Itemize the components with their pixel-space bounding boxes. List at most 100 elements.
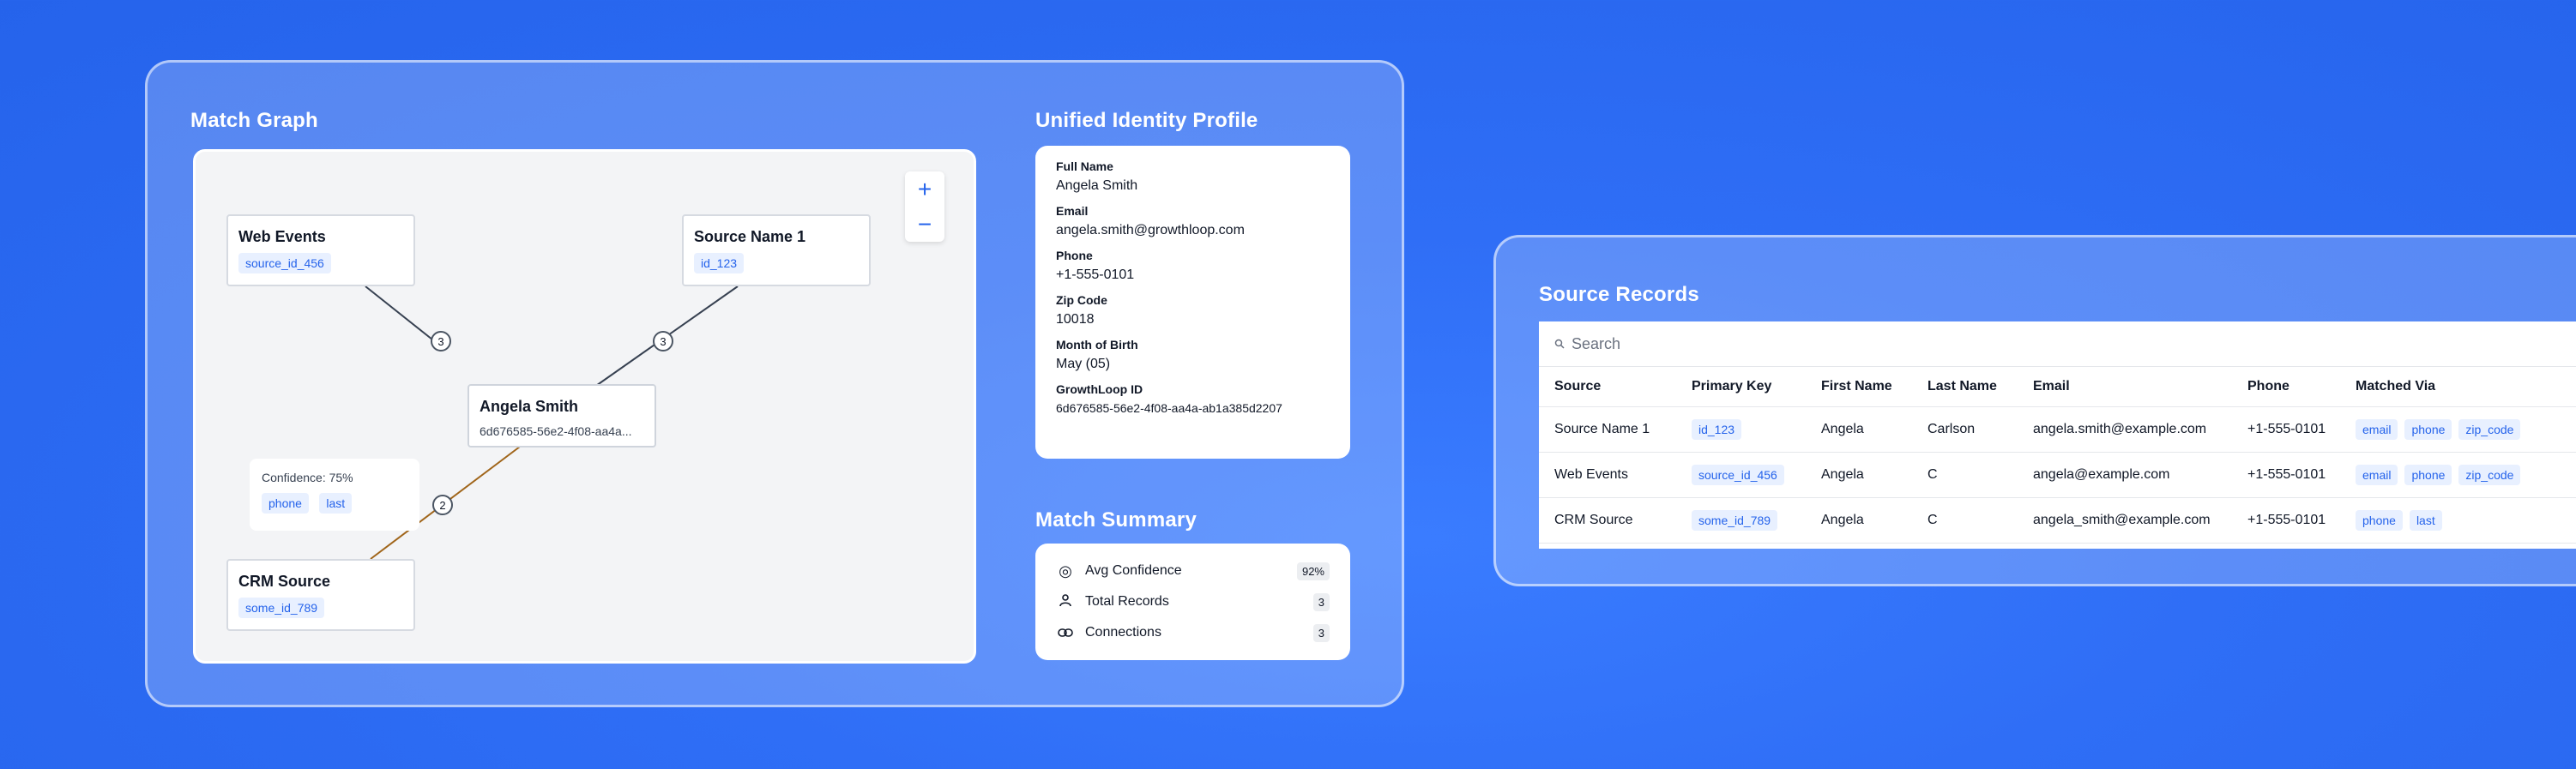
field-value: Angela Smith <box>1056 178 1138 193</box>
graph-node-web-events[interactable]: Web Events source_id_456 <box>226 214 415 286</box>
identity-panel: Match Graph Web Events source_id_456 Sou… <box>145 60 1404 707</box>
cell-source: Source Name 1 <box>1539 406 1676 453</box>
node-title: Web Events <box>238 228 326 245</box>
cell-phone: +1-555-0101 <box>2232 452 2340 498</box>
match-graph-title: Match Graph <box>190 109 318 132</box>
records-table-card: Search Source Primary Key First Name Las… <box>1539 321 2576 549</box>
cell-source: CRM Source <box>1539 497 1676 544</box>
field-label: Zip Code <box>1056 293 1107 307</box>
summary-label: Avg Confidence <box>1085 563 1182 578</box>
field-value: angela.smith@growthloop.com <box>1056 223 1245 237</box>
summary-row: ◎ Avg Confidence 92% <box>1056 556 1330 586</box>
field-label: Month of Birth <box>1056 338 1138 351</box>
source-records-panel: Source Records Search Source Primary Key… <box>1493 235 2576 586</box>
node-tag: id_123 <box>694 253 745 273</box>
summary-label: Connections <box>1085 625 1161 640</box>
match-graph-canvas[interactable]: Web Events source_id_456 Source Name 1 i… <box>193 149 976 664</box>
summary-row: Total Records 3 <box>1056 586 1330 617</box>
field-value: May (05) <box>1056 357 1111 371</box>
zoom-controls: + − <box>905 171 944 242</box>
cell-email: angela@example.com <box>2018 452 2232 498</box>
field-label: Phone <box>1056 249 1093 262</box>
cell-last-name: C <box>1912 452 2018 498</box>
confidence-label: Confidence: 75% <box>262 471 353 484</box>
field-label: GrowthLoop ID <box>1056 382 1143 396</box>
edge-weight-badge[interactable]: 2 <box>432 495 453 515</box>
table-header-row: Source Primary Key First Name Last Name … <box>1539 367 2576 407</box>
node-title: Angela Smith <box>480 398 579 415</box>
match-tag: zip_code <box>2458 419 2521 440</box>
cell-last-name: Carlson <box>1912 406 2018 453</box>
summary-card: ◎ Avg Confidence 92% Total Records 3 Con… <box>1035 544 1350 660</box>
profile-card: Full Name Angela Smith Email angela.smit… <box>1035 146 1350 459</box>
cell-matched-via: email phone zip_code <box>2340 452 2576 498</box>
column-header[interactable]: Matched Via <box>2340 367 2576 407</box>
edge-weight-badge[interactable]: 3 <box>653 331 673 351</box>
column-header[interactable]: First Name <box>1806 367 1912 407</box>
field-value: 10018 <box>1056 312 1095 327</box>
confidence-tooltip: Confidence: 75% phone last <box>250 459 419 531</box>
key-tag: id_123 <box>1692 419 1742 440</box>
edge-weight-badge[interactable]: 3 <box>431 331 451 351</box>
column-header[interactable]: Primary Key <box>1676 367 1806 407</box>
cell-phone: +1-555-0101 <box>2232 406 2340 453</box>
match-tag: last <box>319 493 353 514</box>
node-tag: source_id_456 <box>238 253 331 273</box>
graph-node-source-name-1[interactable]: Source Name 1 id_123 <box>682 214 871 286</box>
node-id: 6d676585-56e2-4f08-aa4a... <box>480 424 632 438</box>
search-input[interactable]: Search <box>1572 335 1620 353</box>
zoom-in-button[interactable]: + <box>905 171 944 207</box>
target-icon: ◎ <box>1059 562 1072 580</box>
field-value: +1-555-0101 <box>1056 267 1135 282</box>
graph-node-angela-smith[interactable]: Angela Smith 6d676585-56e2-4f08-aa4a... <box>468 384 656 448</box>
search-bar[interactable]: Search <box>1539 321 2576 367</box>
cell-last-name: C <box>1912 497 2018 544</box>
summary-title: Match Summary <box>1035 508 1197 532</box>
summary-value: 3 <box>1312 592 1330 611</box>
field-label: Full Name <box>1056 159 1113 173</box>
column-header[interactable]: Email <box>2018 367 2232 407</box>
user-icon <box>1056 593 1075 611</box>
cell-first-name: Angela <box>1806 406 1912 453</box>
cell-phone: +1-555-0101 <box>2232 497 2340 544</box>
cell-primary-key: some_id_789 <box>1676 497 1806 544</box>
summary-label: Total Records <box>1085 594 1169 609</box>
match-tag: phone <box>2356 510 2403 531</box>
profile-title: Unified Identity Profile <box>1035 109 1258 132</box>
column-header[interactable]: Source <box>1539 367 1676 407</box>
cell-first-name: Angela <box>1806 452 1912 498</box>
match-tag: phone <box>2404 465 2452 485</box>
cell-primary-key: id_123 <box>1676 406 1806 453</box>
node-title: CRM Source <box>238 573 331 590</box>
zoom-out-button[interactable]: − <box>905 207 944 242</box>
match-tag: phone <box>2404 419 2452 440</box>
column-header[interactable]: Phone <box>2232 367 2340 407</box>
cell-email: angela.smith@example.com <box>2018 406 2232 453</box>
match-tag: email <box>2356 419 2398 440</box>
summary-row: Connections 3 <box>1056 617 1330 648</box>
table-row[interactable]: CRM Source some_id_789 Angela C angela_s… <box>1539 497 2576 544</box>
cell-email: angela_smith@example.com <box>2018 497 2232 544</box>
search-icon <box>1554 335 1565 353</box>
records-title: Source Records <box>1539 283 1699 306</box>
cell-source: Web Events <box>1539 452 1676 498</box>
summary-value: 3 <box>1312 623 1330 642</box>
key-tag: some_id_789 <box>1692 510 1778 531</box>
match-tag: email <box>2356 465 2398 485</box>
table-row[interactable]: Web Events source_id_456 Angela C angela… <box>1539 452 2576 498</box>
match-tag: zip_code <box>2458 465 2521 485</box>
column-header[interactable]: Last Name <box>1912 367 2018 407</box>
table-row[interactable]: Source Name 1 id_123 Angela Carlson ange… <box>1539 406 2576 453</box>
node-title: Source Name 1 <box>694 228 806 245</box>
summary-value: 92% <box>1296 562 1330 580</box>
cell-matched-via: phone last <box>2340 497 2576 544</box>
graph-node-crm-source[interactable]: CRM Source some_id_789 <box>226 559 415 631</box>
records-table: Source Primary Key First Name Last Name … <box>1539 367 2576 544</box>
link-icon <box>1056 624 1075 642</box>
cell-matched-via: email phone zip_code <box>2340 406 2576 453</box>
edge-web-events <box>365 285 442 347</box>
cell-primary-key: source_id_456 <box>1676 452 1806 498</box>
cell-first-name: Angela <box>1806 497 1912 544</box>
match-tag: phone <box>262 493 309 514</box>
node-tag: some_id_789 <box>238 598 325 618</box>
